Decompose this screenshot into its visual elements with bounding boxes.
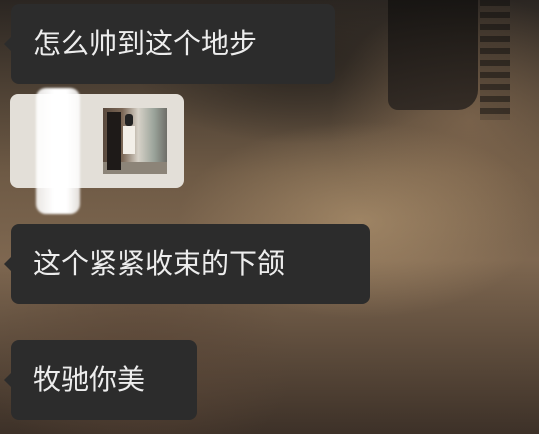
- background-stripe: [480, 0, 510, 120]
- image-thumbnail[interactable]: [103, 108, 167, 174]
- thumbnail-figure-head: [125, 114, 133, 126]
- message-bubble[interactable]: 这个紧紧收束的下颌: [11, 224, 370, 304]
- message-text: 这个紧紧收束的下颌: [33, 247, 286, 280]
- thumbnail-figure-shirt: [123, 126, 135, 154]
- message-bubble[interactable]: 牧驰你美: [11, 340, 197, 420]
- blurred-overlay: [36, 88, 80, 214]
- message-bubble[interactable]: 怎么帅到这个地步: [11, 4, 335, 84]
- message-text: 怎么帅到这个地步: [33, 27, 258, 60]
- thumbnail-figure: [107, 112, 121, 170]
- background-shadow: [388, 0, 478, 110]
- message-text: 牧驰你美: [33, 363, 146, 396]
